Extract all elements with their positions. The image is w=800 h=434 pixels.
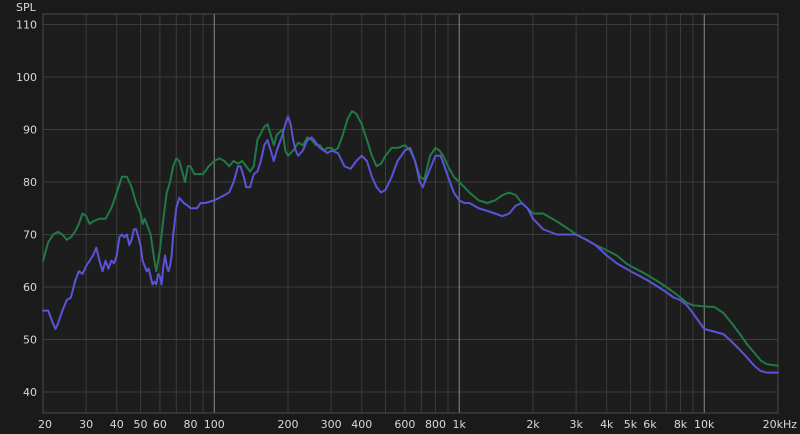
y-tick-label: 50 <box>23 334 37 347</box>
x-tick-label: 3k <box>569 418 583 431</box>
y-axis-ticks: 110 100 90 80 70 60 50 40 <box>16 19 37 400</box>
y-axis-title: SPL <box>16 1 37 14</box>
y-tick-label: 70 <box>23 229 37 242</box>
x-tick-label: 1k <box>453 418 467 431</box>
x-tick-label: 40 <box>110 418 124 431</box>
y-tick-label: 80 <box>23 176 37 189</box>
x-tick-label: 30 <box>79 418 93 431</box>
chart-svg: 110 100 90 80 70 60 50 40 20 30 40 50 60 80 100 200 300… <box>16 1 797 431</box>
x-tick-label: 400 <box>351 418 372 431</box>
y-tick-label: 100 <box>16 71 37 84</box>
x-tick-label: 200 <box>278 418 299 431</box>
x-axis-ticks: 20 30 40 50 60 80 100 200 300 400 600 800 1k 2k 3k 4k 5k… <box>38 418 797 431</box>
x-tick-label: 20 <box>38 418 52 431</box>
y-tick-label: 60 <box>23 281 37 294</box>
y-tick-label: 40 <box>23 386 37 399</box>
x-tick-label: 50 <box>133 418 147 431</box>
x-tick-label: 300 <box>321 418 342 431</box>
x-tick-label: 5k <box>624 418 638 431</box>
x-tick-label: 4k <box>600 418 614 431</box>
x-tick-label: 20kHz <box>763 418 798 431</box>
x-tick-label: 2k <box>526 418 540 431</box>
x-tick-label: 8k <box>674 418 688 431</box>
x-tick-label: 10k <box>694 418 715 431</box>
frequency-response-chart: 110 100 90 80 70 60 50 40 20 30 40 50 60 80 100 200 300… <box>0 0 800 434</box>
x-tick-label: 60 <box>153 418 167 431</box>
y-tick-label: 110 <box>16 19 37 32</box>
x-tick-label: 100 <box>204 418 225 431</box>
x-tick-label: 800 <box>425 418 446 431</box>
y-tick-label: 90 <box>23 124 37 137</box>
plot-area <box>43 14 778 413</box>
x-tick-label: 80 <box>184 418 198 431</box>
x-tick-label: 600 <box>394 418 415 431</box>
x-tick-label: 6k <box>643 418 657 431</box>
